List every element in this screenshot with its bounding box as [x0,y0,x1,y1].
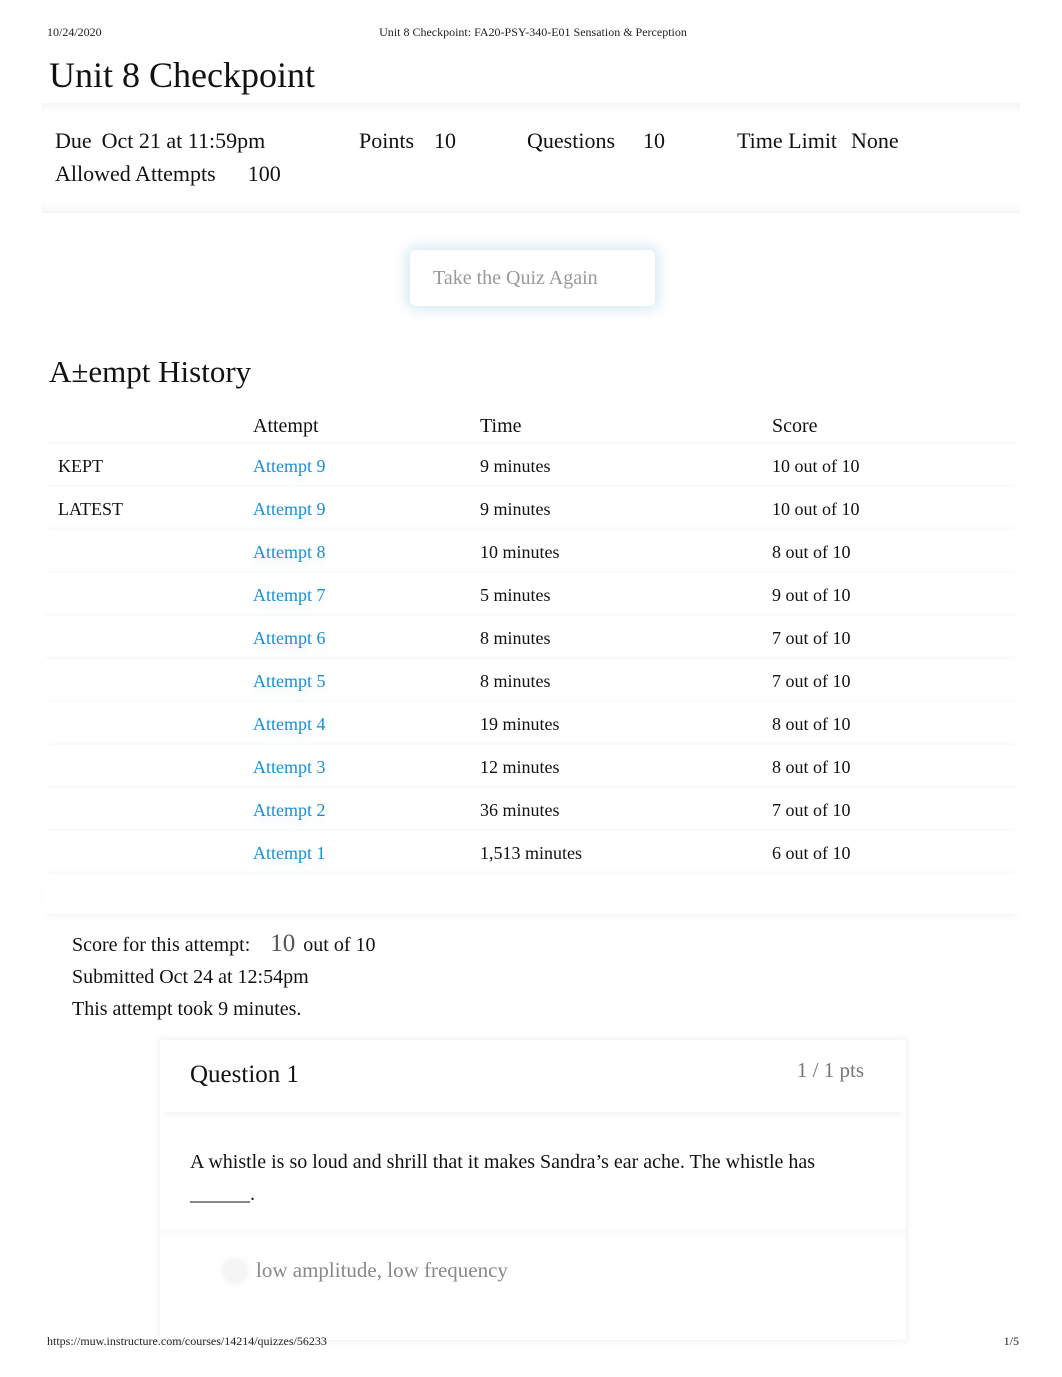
attempt-link[interactable]: Attempt 8 [253,542,326,563]
question-text: A whistle is so loud and shrill that it … [190,1151,816,1205]
attempt-time: 12 minutes [480,757,560,777]
attempt-time: 9 minutes [480,499,551,519]
attempt-link[interactable]: Attempt 5 [253,671,326,692]
attempt-link[interactable]: Attempt 3 [253,757,326,778]
print-header: 10/24/2020 Unit 8 Checkpoint: FA20-PSY-3… [47,25,1019,40]
take-quiz-again-button[interactable]: Take the Quiz Again [410,250,655,306]
submitted-time: Submitted Oct 24 at 12:54pm [72,966,309,988]
question-points: 1 / 1 pts [796,1058,864,1082]
questions-info: Questions 10 [527,128,665,154]
attempt-score: 6 out of 10 [772,843,851,863]
attempt-time: 10 minutes [480,542,560,562]
attempt-link[interactable]: Attempt 9 [253,456,326,477]
attempt-score: 7 out of 10 [772,628,851,648]
attempt-time: 5 minutes [480,585,551,605]
attempt-link[interactable]: Attempt 2 [253,800,326,821]
question-title: Question 1 [190,1061,300,1088]
table-row: Attempt 6 8 minutes 7 out of 10 [42,616,1020,659]
attempt-score: 8 out of 10 [772,714,851,734]
due-info: Due Oct 21 at 11:59pm [55,128,265,154]
questions-value: 10 [643,128,665,153]
attempt-time: 36 minutes [480,800,560,820]
table-row: Attempt 5 8 minutes 7 out of 10 [42,659,1020,702]
row-tag: KEPT [58,456,103,476]
print-url: https://muw.instructure.com/courses/1421… [47,1334,327,1348]
answer-option[interactable]: low amplitude, low frequency [224,1258,508,1283]
table-row: Attempt 2 36 minutes 7 out of 10 [42,788,1020,831]
attempt-score: 8 out of 10 [772,542,851,562]
table-end [42,874,1020,914]
table-row: KEPT Attempt 9 9 minutes 10 out of 10 [42,444,1020,487]
time-limit-info: Time Limit None [737,128,899,154]
table-header: Attempt Time Score [42,408,1020,444]
attempt-score: 9 out of 10 [772,585,851,605]
header-time: Time [480,415,522,437]
question-card: Question 1 1 / 1 pts A whistle is so lou… [160,1040,906,1340]
print-footer: https://muw.instructure.com/courses/1421… [47,1334,1019,1349]
allowed-attempts-info: Allowed Attempts 100 [55,161,281,187]
attempt-history-title: A±empt History [49,354,252,389]
quiz-info: Due Oct 21 at 11:59pm Points 10 Questions 1… [42,103,1020,213]
answer-list: low amplitude, low frequency [160,1230,906,1350]
points-label: Points [359,128,415,153]
attempt-score: 8 out of 10 [772,757,851,777]
radio-icon[interactable] [224,1259,246,1282]
due-value: Oct 21 at 11:59pm [101,128,266,153]
due-label: Due [55,128,92,153]
attempt-time: 9 minutes [480,456,551,476]
score-label: Score for this attempt: [72,934,251,956]
attempt-score: 7 out of 10 [772,671,851,691]
print-page-number: 1/5 [1003,1334,1019,1348]
table-row: LATEST Attempt 9 9 minutes 10 out of 10 [42,487,1020,530]
attempt-time: 8 minutes [480,628,551,648]
attempt-duration: This attempt took 9 minutes. [72,998,302,1020]
attempt-link[interactable]: Attempt 7 [253,585,326,606]
allowed-attempts-value: 100 [247,161,281,186]
table-row: Attempt 1 1,513 minutes 6 out of 10 [42,831,1020,874]
attempt-time: 8 minutes [480,671,551,691]
attempt-time: 1,513 minutes [480,843,582,863]
attempt-link[interactable]: Attempt 6 [253,628,326,649]
allowed-attempts-label: Allowed Attempts [55,161,216,186]
score-suffix: out of 10 [303,934,376,956]
header-attempt: Attempt [253,415,319,437]
attempt-summary: Score for this attempt: 10 out of 10 Submi… [72,928,376,1025]
attempt-score: 10 out of 10 [772,456,860,476]
row-tag: LATEST [58,499,123,519]
questions-label: Questions [527,128,615,153]
answer-label: low amplitude, low frequency [256,1258,508,1282]
attempt-link[interactable]: Attempt 4 [253,714,326,735]
table-row: Attempt 4 19 minutes 8 out of 10 [42,702,1020,745]
time-limit-value: None [851,128,899,153]
attempt-link[interactable]: Attempt 1 [253,843,326,864]
attempt-score: 10 out of 10 [772,499,860,519]
page-title: Unit 8 Checkpoint [49,55,315,95]
attempt-score: 7 out of 10 [772,800,851,820]
points-info: Points 10 [359,128,456,154]
header-score: Score [772,415,818,437]
question-header: Question 1 1 / 1 pts [160,1040,906,1112]
print-doc-title: Unit 8 Checkpoint: FA20-PSY-340-E01 Sens… [379,25,687,39]
table-row: Attempt 7 5 minutes 9 out of 10 [42,573,1020,616]
table-row: Attempt 3 12 minutes 8 out of 10 [42,745,1020,788]
score-value: 10 [270,930,296,957]
attempt-link[interactable]: Attempt 9 [253,499,326,520]
time-limit-label: Time Limit [737,128,838,153]
table-row: Attempt 8 10 minutes 8 out of 10 [42,530,1020,573]
attempt-score: Score for this attempt: 10 out of 10 [72,928,376,961]
attempt-history-table: Attempt Time Score KEPT Attempt 9 9 minute… [42,408,1020,914]
points-value: 10 [434,128,457,153]
attempt-time: 19 minutes [480,714,560,734]
